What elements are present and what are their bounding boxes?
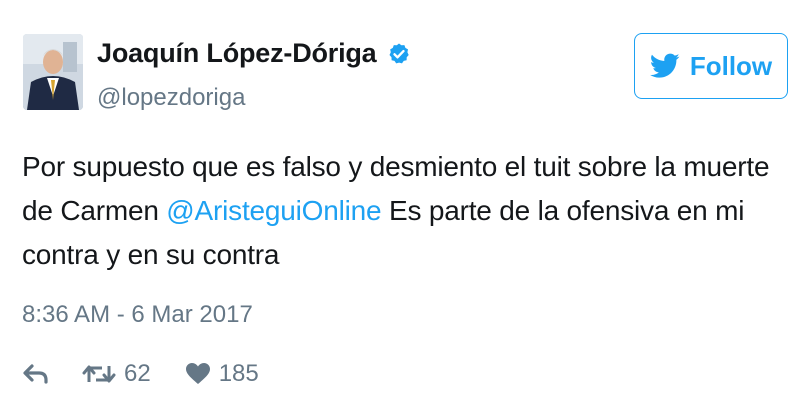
tweet-text: Por supuesto que es falso y desmiento el… [22,145,792,277]
avatar-photo [23,34,83,110]
retweet-icon [82,365,116,383]
tweet-timestamp[interactable]: 8:36 AM - 6 Mar 2017 [22,301,253,329]
twitter-bird-icon [649,53,680,78]
mention-link[interactable]: @AristeguiOnline [166,195,381,226]
avatar[interactable] [23,34,83,110]
tweet-actions: 62 185 [22,360,259,388]
heart-icon [185,363,210,384]
user-name-row: Joaquín López-Dóriga [97,38,411,69]
verified-badge-icon [387,42,411,66]
follow-button-label: Follow [689,50,773,81]
display-name[interactable]: Joaquín López-Dóriga [97,38,377,69]
like-button[interactable]: 185 [185,360,259,388]
reply-button[interactable] [22,362,50,386]
reply-icon [23,364,48,384]
user-handle[interactable]: @lopezdoriga [97,84,245,112]
retweet-button[interactable]: 62 [82,360,151,388]
follow-button[interactable]: Follow [634,33,788,99]
retweet-count: 62 [124,360,151,387]
like-count: 185 [218,360,259,387]
